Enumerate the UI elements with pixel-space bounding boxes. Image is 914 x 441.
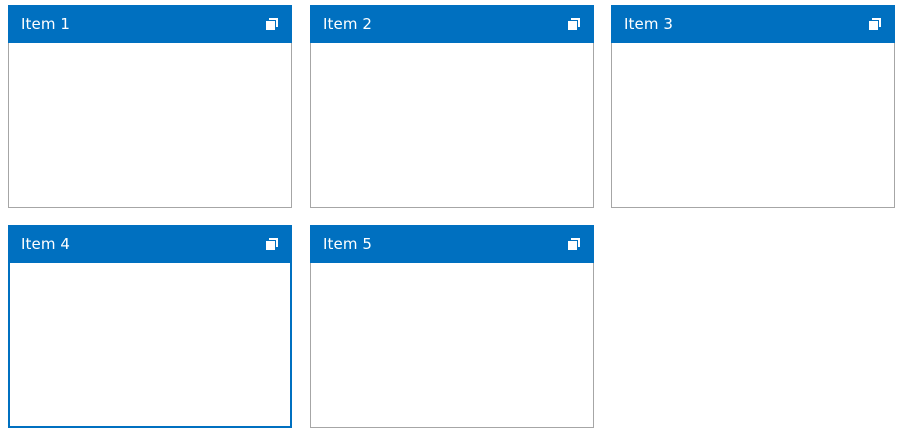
restore-window-icon[interactable] (266, 18, 278, 30)
restore-window-icon[interactable] (266, 238, 278, 250)
tile-title: Item 5 (323, 234, 373, 253)
tile-header[interactable]: Item 2 (310, 5, 594, 43)
tile-item-3[interactable]: Item 3 (611, 5, 895, 208)
tile-title: Item 3 (624, 14, 674, 33)
tile-body (311, 263, 593, 427)
tile-header[interactable]: Item 3 (611, 5, 895, 43)
tile-item-2[interactable]: Item 2 (310, 5, 594, 208)
tile-title: Item 4 (21, 234, 71, 253)
tile-header[interactable]: Item 5 (310, 225, 594, 263)
tile-body (311, 43, 593, 207)
tile-body (9, 43, 291, 207)
tile-header[interactable]: Item 4 (8, 225, 292, 263)
restore-window-icon[interactable] (568, 18, 580, 30)
restore-window-icon[interactable] (869, 18, 881, 30)
tile-item-5[interactable]: Item 5 (310, 225, 594, 428)
tile-item-1[interactable]: Item 1 (8, 5, 292, 208)
tile-body (10, 264, 290, 426)
tile-item-4[interactable]: Item 4 (8, 225, 292, 428)
restore-window-icon[interactable] (568, 238, 580, 250)
tile-header[interactable]: Item 1 (8, 5, 292, 43)
tile-title: Item 1 (21, 14, 71, 33)
tile-body (612, 43, 894, 207)
tile-title: Item 2 (323, 14, 373, 33)
